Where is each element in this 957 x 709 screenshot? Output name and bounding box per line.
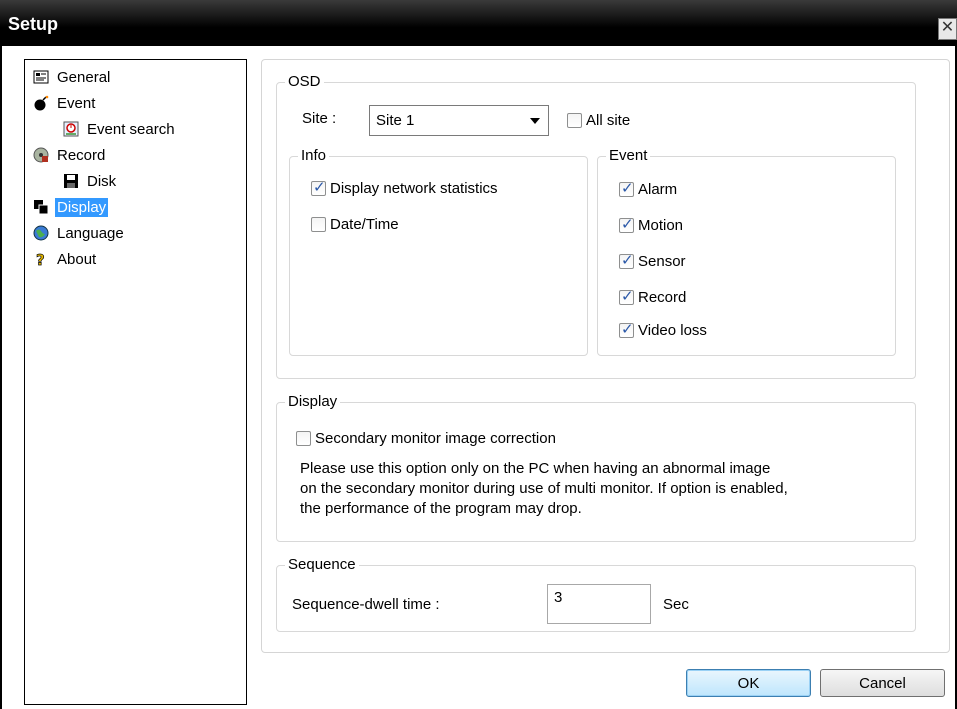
- sensor-label: Sensor: [638, 253, 686, 270]
- tree-item-disk[interactable]: Disk: [63, 170, 118, 192]
- tree-item-language[interactable]: Language: [33, 222, 126, 244]
- record-label: Record: [638, 289, 687, 306]
- secondary-monitor-box[interactable]: [296, 431, 311, 446]
- description-line: on the secondary monitor during use of m…: [300, 480, 788, 497]
- display-network-statistics-checkbox[interactable]: Display network statistics: [311, 178, 498, 197]
- close-icon: ✕: [940, 19, 955, 36]
- event-legend: Event: [606, 147, 651, 165]
- motion-box[interactable]: [619, 215, 634, 233]
- question-icon: ?: [33, 251, 49, 270]
- tree-item-record[interactable]: Record: [33, 144, 107, 166]
- site-select-value: Site 1: [376, 112, 415, 129]
- display-group: Display Secondary monitor image correcti…: [276, 393, 916, 542]
- osd-group: OSD Site : Site 1 All site Info Display …: [276, 73, 916, 379]
- svg-text:?: ?: [36, 251, 45, 267]
- info-group: Info Display network statistics Date/Tim…: [289, 147, 588, 356]
- record-checkbox[interactable]: Record: [619, 287, 687, 306]
- display-network-statistics-box[interactable]: [311, 178, 326, 196]
- close-button[interactable]: ✕: [938, 18, 957, 40]
- display-network-statistics-label: Display network statistics: [330, 180, 498, 197]
- sequence-unit: Sec: [663, 596, 689, 613]
- tree-item-label: Language: [57, 224, 124, 242]
- ok-button[interactable]: OK: [686, 669, 811, 697]
- info-legend: Info: [298, 147, 330, 165]
- tree-item-display[interactable]: Display: [33, 196, 109, 218]
- motion-checkbox[interactable]: Motion: [619, 215, 684, 234]
- date-time-box[interactable]: [311, 217, 326, 232]
- general-icon: [33, 69, 49, 85]
- date-time-checkbox[interactable]: Date/Time: [311, 216, 399, 233]
- sequence-legend: Sequence: [285, 556, 359, 574]
- sequence-dwell-input[interactable]: 3: [547, 584, 651, 624]
- ok-button-label: OK: [737, 674, 760, 692]
- sequence-dwell-value: 3: [554, 589, 563, 606]
- tree-item-label: Event search: [87, 120, 175, 138]
- tree-item-general[interactable]: General: [33, 66, 112, 88]
- display-legend: Display: [285, 393, 341, 411]
- chevron-down-icon: [530, 118, 540, 124]
- record-box[interactable]: [619, 287, 634, 305]
- description-line: the performance of the program may drop.: [300, 500, 582, 517]
- description-line: Please use this option only on the PC wh…: [300, 460, 771, 477]
- tree-item-label: Record: [57, 146, 106, 164]
- tree-item-label: About: [57, 250, 97, 268]
- tree-item-label: Disk: [87, 172, 117, 190]
- alarm-box[interactable]: [619, 179, 634, 197]
- event-group: Event Alarm Motion Sensor Record Video l…: [597, 147, 896, 356]
- tree-item-about[interactable]: ? About: [33, 248, 98, 270]
- window-border-left: [0, 46, 2, 709]
- site-select[interactable]: Site 1: [369, 105, 549, 136]
- video-loss-checkbox[interactable]: Video loss: [619, 320, 707, 339]
- display-icon: [33, 199, 49, 215]
- sensor-box[interactable]: [619, 251, 634, 269]
- sequence-group: Sequence Sequence-dwell time : 3 Sec: [276, 556, 916, 632]
- event-search-icon: [63, 121, 79, 137]
- settings-panel: OSD Site : Site 1 All site Info Display …: [261, 59, 950, 653]
- osd-legend: OSD: [285, 73, 324, 91]
- event-bomb-icon: [33, 95, 49, 111]
- sequence-dwell-label: Sequence-dwell time :: [292, 596, 440, 613]
- secondary-monitor-label: Secondary monitor image correction: [315, 430, 556, 447]
- video-loss-box[interactable]: [619, 320, 634, 338]
- tree-item-event[interactable]: Event: [33, 92, 97, 114]
- alarm-label: Alarm: [638, 181, 678, 198]
- site-label: Site :: [302, 110, 337, 127]
- cancel-button-label: Cancel: [859, 674, 906, 692]
- disk-icon: [63, 173, 79, 189]
- motion-label: Motion: [638, 217, 684, 234]
- tree-item-label: Display: [55, 197, 109, 217]
- secondary-monitor-description: Please use this option only on the PC wh…: [300, 459, 788, 519]
- video-loss-label: Video loss: [638, 322, 707, 339]
- tree-item-event-search[interactable]: Event search: [63, 118, 177, 140]
- secondary-monitor-checkbox[interactable]: Secondary monitor image correction: [296, 430, 556, 447]
- record-icon: [33, 147, 49, 163]
- tree-item-label: Event: [57, 94, 96, 112]
- alarm-checkbox[interactable]: Alarm: [619, 179, 678, 198]
- sensor-checkbox[interactable]: Sensor: [619, 251, 686, 270]
- all-site-checkbox[interactable]: All site: [567, 112, 630, 129]
- title-bar: Setup ✕: [0, 0, 957, 46]
- all-site-label: All site: [586, 112, 631, 129]
- tree-item-label: General: [57, 68, 111, 86]
- window-title: Setup: [8, 14, 59, 34]
- settings-tree: General Event Event search Record Disk D…: [24, 59, 247, 705]
- globe-icon: [33, 225, 49, 241]
- date-time-label: Date/Time: [330, 216, 399, 233]
- all-site-checkbox-box[interactable]: [567, 113, 582, 128]
- cancel-button[interactable]: Cancel: [820, 669, 945, 697]
